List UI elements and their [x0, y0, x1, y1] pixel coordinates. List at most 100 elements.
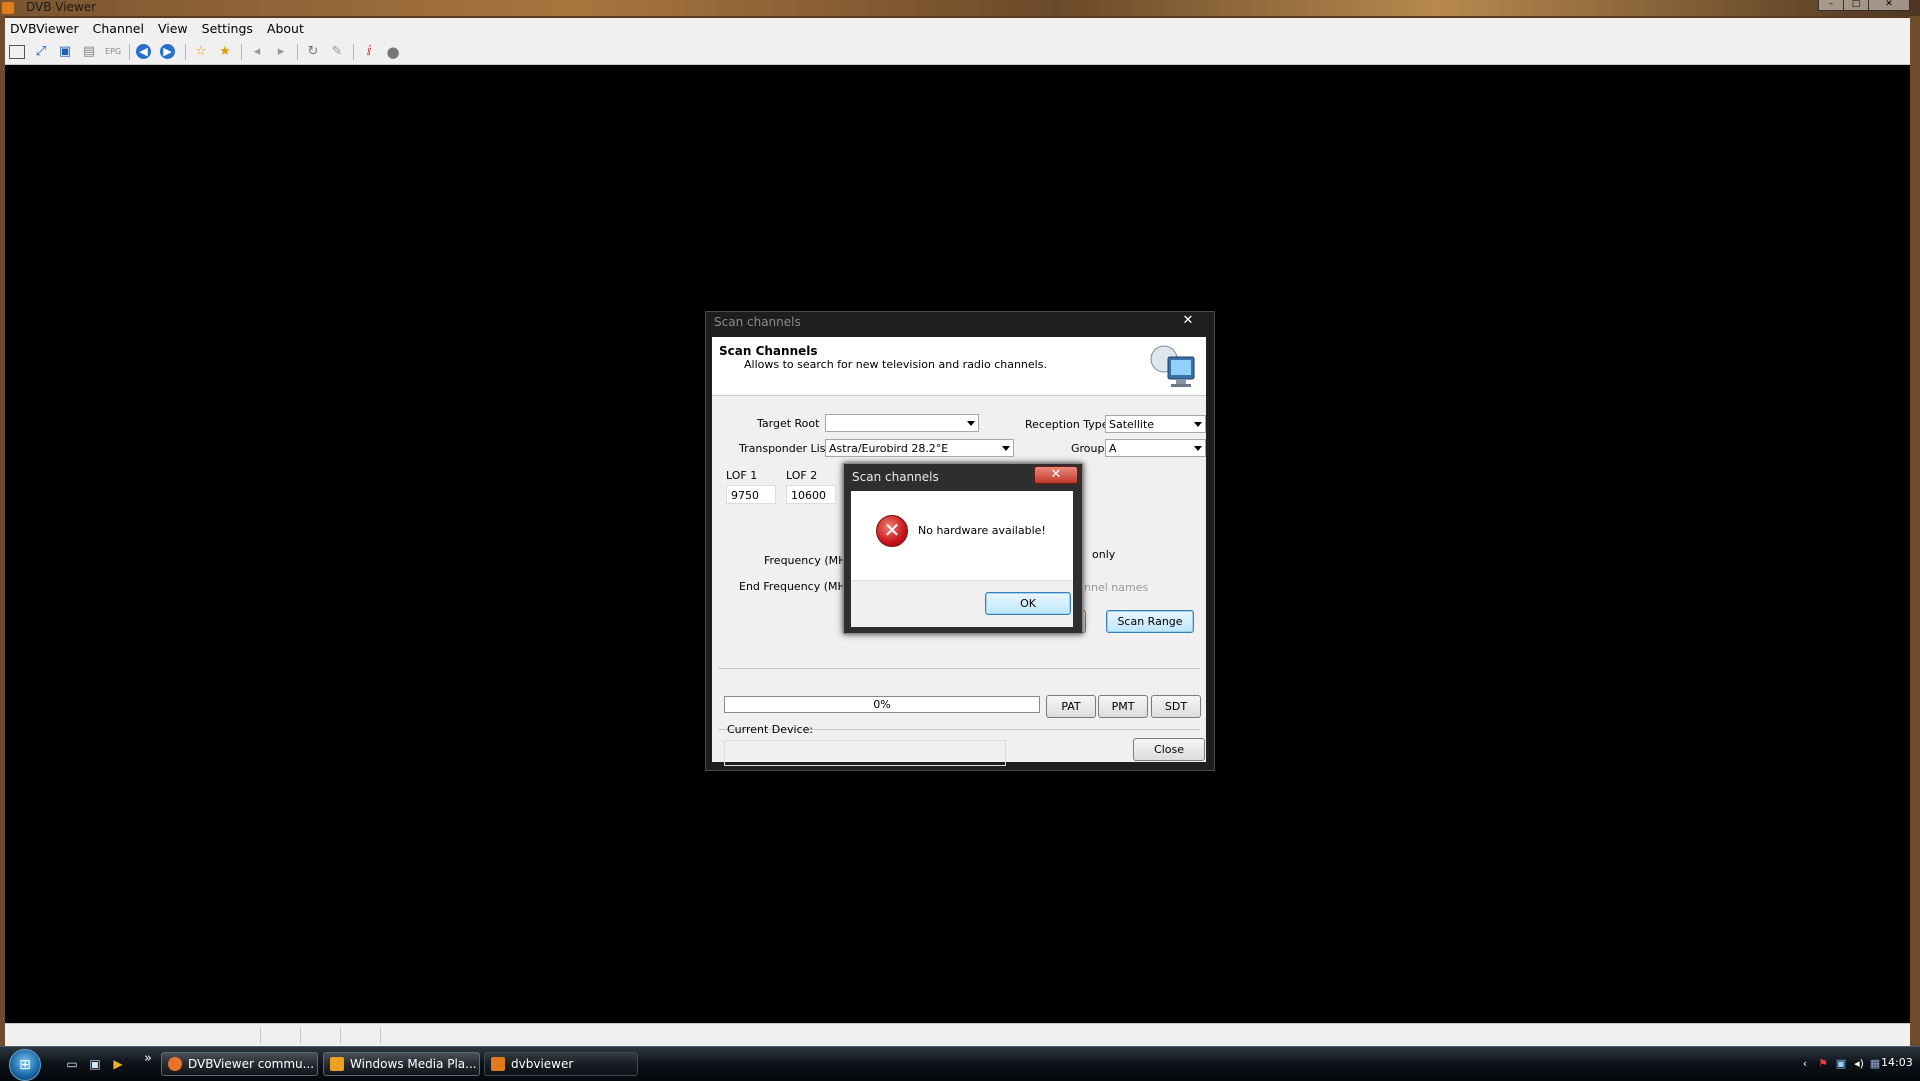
menu-about[interactable]: About: [260, 18, 311, 39]
reception-type-label: Reception Type: [1025, 418, 1109, 431]
toolbar-separator: [129, 44, 130, 60]
channel-names-checkbox-label[interactable]: nnel names: [1084, 581, 1148, 594]
menu-view[interactable]: View: [151, 18, 195, 39]
normal-view-icon[interactable]: [9, 45, 25, 59]
header-title: Scan Channels: [719, 344, 818, 358]
status-cell: [340, 1027, 381, 1043]
menu-channel[interactable]: Channel: [86, 18, 151, 39]
task-label: dvbviewer: [511, 1057, 574, 1071]
message-content: ✕ No hardware available!: [851, 491, 1073, 580]
dropdown-arrow-icon: [1194, 422, 1202, 427]
task-label: Windows Media Pla...: [350, 1057, 477, 1071]
status-cell: [300, 1027, 341, 1043]
fullscreen-icon[interactable]: ⤢: [33, 44, 49, 60]
dropdown-arrow-icon: [1002, 446, 1010, 451]
pmt-button[interactable]: PMT: [1098, 695, 1148, 718]
volume-down-icon[interactable]: ◂: [249, 44, 265, 60]
status-cell: [260, 1027, 301, 1043]
toolbar-separator: [353, 44, 354, 60]
lof1-label: LOF 1: [726, 469, 758, 482]
back-icon[interactable]: ◀: [136, 44, 151, 59]
toolbar-separator: [241, 44, 242, 60]
ok-button[interactable]: OK: [985, 592, 1071, 615]
epg-icon[interactable]: EPG: [105, 44, 121, 60]
target-root-combo[interactable]: [825, 414, 979, 432]
language-icon[interactable]: ⚑: [1816, 1057, 1830, 1071]
maximize-button[interactable]: □: [1843, 0, 1869, 11]
media-player-quicklaunch-icon[interactable]: ▶: [110, 1056, 126, 1072]
dvbviewer-app-icon: [2, 2, 14, 14]
reception-type-combo[interactable]: Satellite: [1105, 415, 1206, 433]
window-frame-right: [1910, 16, 1920, 1046]
status-cell: [5, 1027, 261, 1043]
message-box-close-icon[interactable]: ✕: [1034, 466, 1078, 484]
computer-monitor-icon: [1150, 345, 1195, 387]
lof2-input[interactable]: 10600: [786, 485, 836, 504]
record-icon[interactable]: ●: [385, 44, 401, 60]
divider: [718, 668, 1200, 669]
volume-up-icon[interactable]: ▸: [273, 44, 289, 60]
message-box-title: Scan channels: [852, 470, 939, 484]
transponder-list-label: Transponder List: [739, 442, 830, 455]
network-icon[interactable]: ▣: [1834, 1057, 1848, 1071]
switch-windows-icon[interactable]: ▣: [87, 1056, 103, 1072]
toolbar-separator: [297, 44, 298, 60]
group-combo[interactable]: A: [1105, 439, 1206, 457]
media-player-icon: [330, 1057, 344, 1071]
taskbar-button-dvbviewer[interactable]: dvbviewer: [484, 1052, 638, 1076]
taskbar-button-media-player[interactable]: Windows Media Pla...: [323, 1052, 480, 1076]
scan-range-button[interactable]: Scan Range: [1106, 610, 1194, 633]
favorites-icon[interactable]: ☆: [193, 44, 209, 60]
tools-icon[interactable]: ✎: [329, 44, 345, 60]
dropdown-arrow-icon: [1194, 446, 1202, 451]
progress-text: 0%: [873, 698, 891, 711]
show-hidden-icons-icon[interactable]: ‹: [1798, 1057, 1812, 1071]
current-device-field: [724, 740, 1006, 766]
minimize-button[interactable]: –: [1818, 0, 1844, 11]
pat-button[interactable]: PAT: [1046, 695, 1096, 718]
lof2-label: LOF 2: [786, 469, 818, 482]
menu-dvbviewer[interactable]: DVBViewer: [5, 18, 86, 39]
notification-icon[interactable]: ▦: [1868, 1057, 1882, 1071]
info-icon[interactable]: ⅈ: [361, 44, 377, 60]
error-message-box: Scan channels ✕ ✕ No hardware available!…: [843, 463, 1083, 634]
close-button[interactable]: Close: [1133, 738, 1205, 761]
group-label: Group: [1071, 442, 1105, 455]
volume-icon[interactable]: ◂): [1852, 1057, 1866, 1071]
start-button[interactable]: ⊞: [9, 1049, 41, 1081]
dropdown-arrow-icon: [967, 421, 975, 426]
transponder-list-combo[interactable]: Astra/Eurobird 28.2°E: [825, 439, 1014, 457]
show-desktop-icon[interactable]: ▭: [64, 1056, 80, 1072]
current-device-label: Current Device:: [727, 723, 814, 736]
dvbviewer-icon: [491, 1057, 505, 1071]
transponder-list-value: Astra/Eurobird 28.2°E: [829, 442, 949, 455]
end-frequency-label: End Frequency (MHz): [739, 580, 856, 593]
group-value: A: [1109, 442, 1117, 455]
message-footer: OK: [851, 580, 1073, 627]
forward-icon[interactable]: ▶: [160, 44, 175, 59]
dialog-title: Scan channels: [714, 315, 801, 329]
taskbar: ⊞ ▭ ▣ ▶ » DVBViewer commu... Windows Med…: [0, 1046, 1920, 1081]
window-close-button[interactable]: ✕: [1868, 0, 1910, 11]
quick-launch-more[interactable]: »: [140, 1051, 156, 1067]
sdt-button[interactable]: SDT: [1151, 695, 1201, 718]
lof1-input[interactable]: 9750: [726, 485, 776, 504]
desktop-mode-icon[interactable]: ▣: [57, 44, 73, 60]
reception-type-value: Satellite: [1109, 418, 1155, 431]
scan-progress-bar: 0%: [724, 696, 1040, 713]
dialog-header: Scan Channels Allows to search for new t…: [712, 337, 1206, 396]
add-favorite-icon[interactable]: ★: [217, 44, 233, 60]
menu-settings[interactable]: Settings: [195, 18, 260, 39]
toolbar-separator: [185, 44, 186, 60]
osd-icon[interactable]: ▤: [81, 44, 97, 60]
refresh-icon[interactable]: ↻: [305, 44, 321, 60]
dialog-close-icon[interactable]: ✕: [1168, 313, 1208, 331]
error-icon: ✕: [876, 515, 908, 547]
target-root-label: Target Root: [757, 417, 820, 430]
only-checkbox-label[interactable]: only: [1092, 548, 1115, 561]
firefox-icon: [168, 1057, 182, 1071]
clock[interactable]: 14:03: [1881, 1056, 1913, 1069]
window-titlebar: DVB Viewer – □ ✕: [0, 0, 1920, 16]
task-label: DVBViewer commu...: [188, 1057, 315, 1071]
taskbar-button-firefox[interactable]: DVBViewer commu...: [161, 1052, 318, 1076]
